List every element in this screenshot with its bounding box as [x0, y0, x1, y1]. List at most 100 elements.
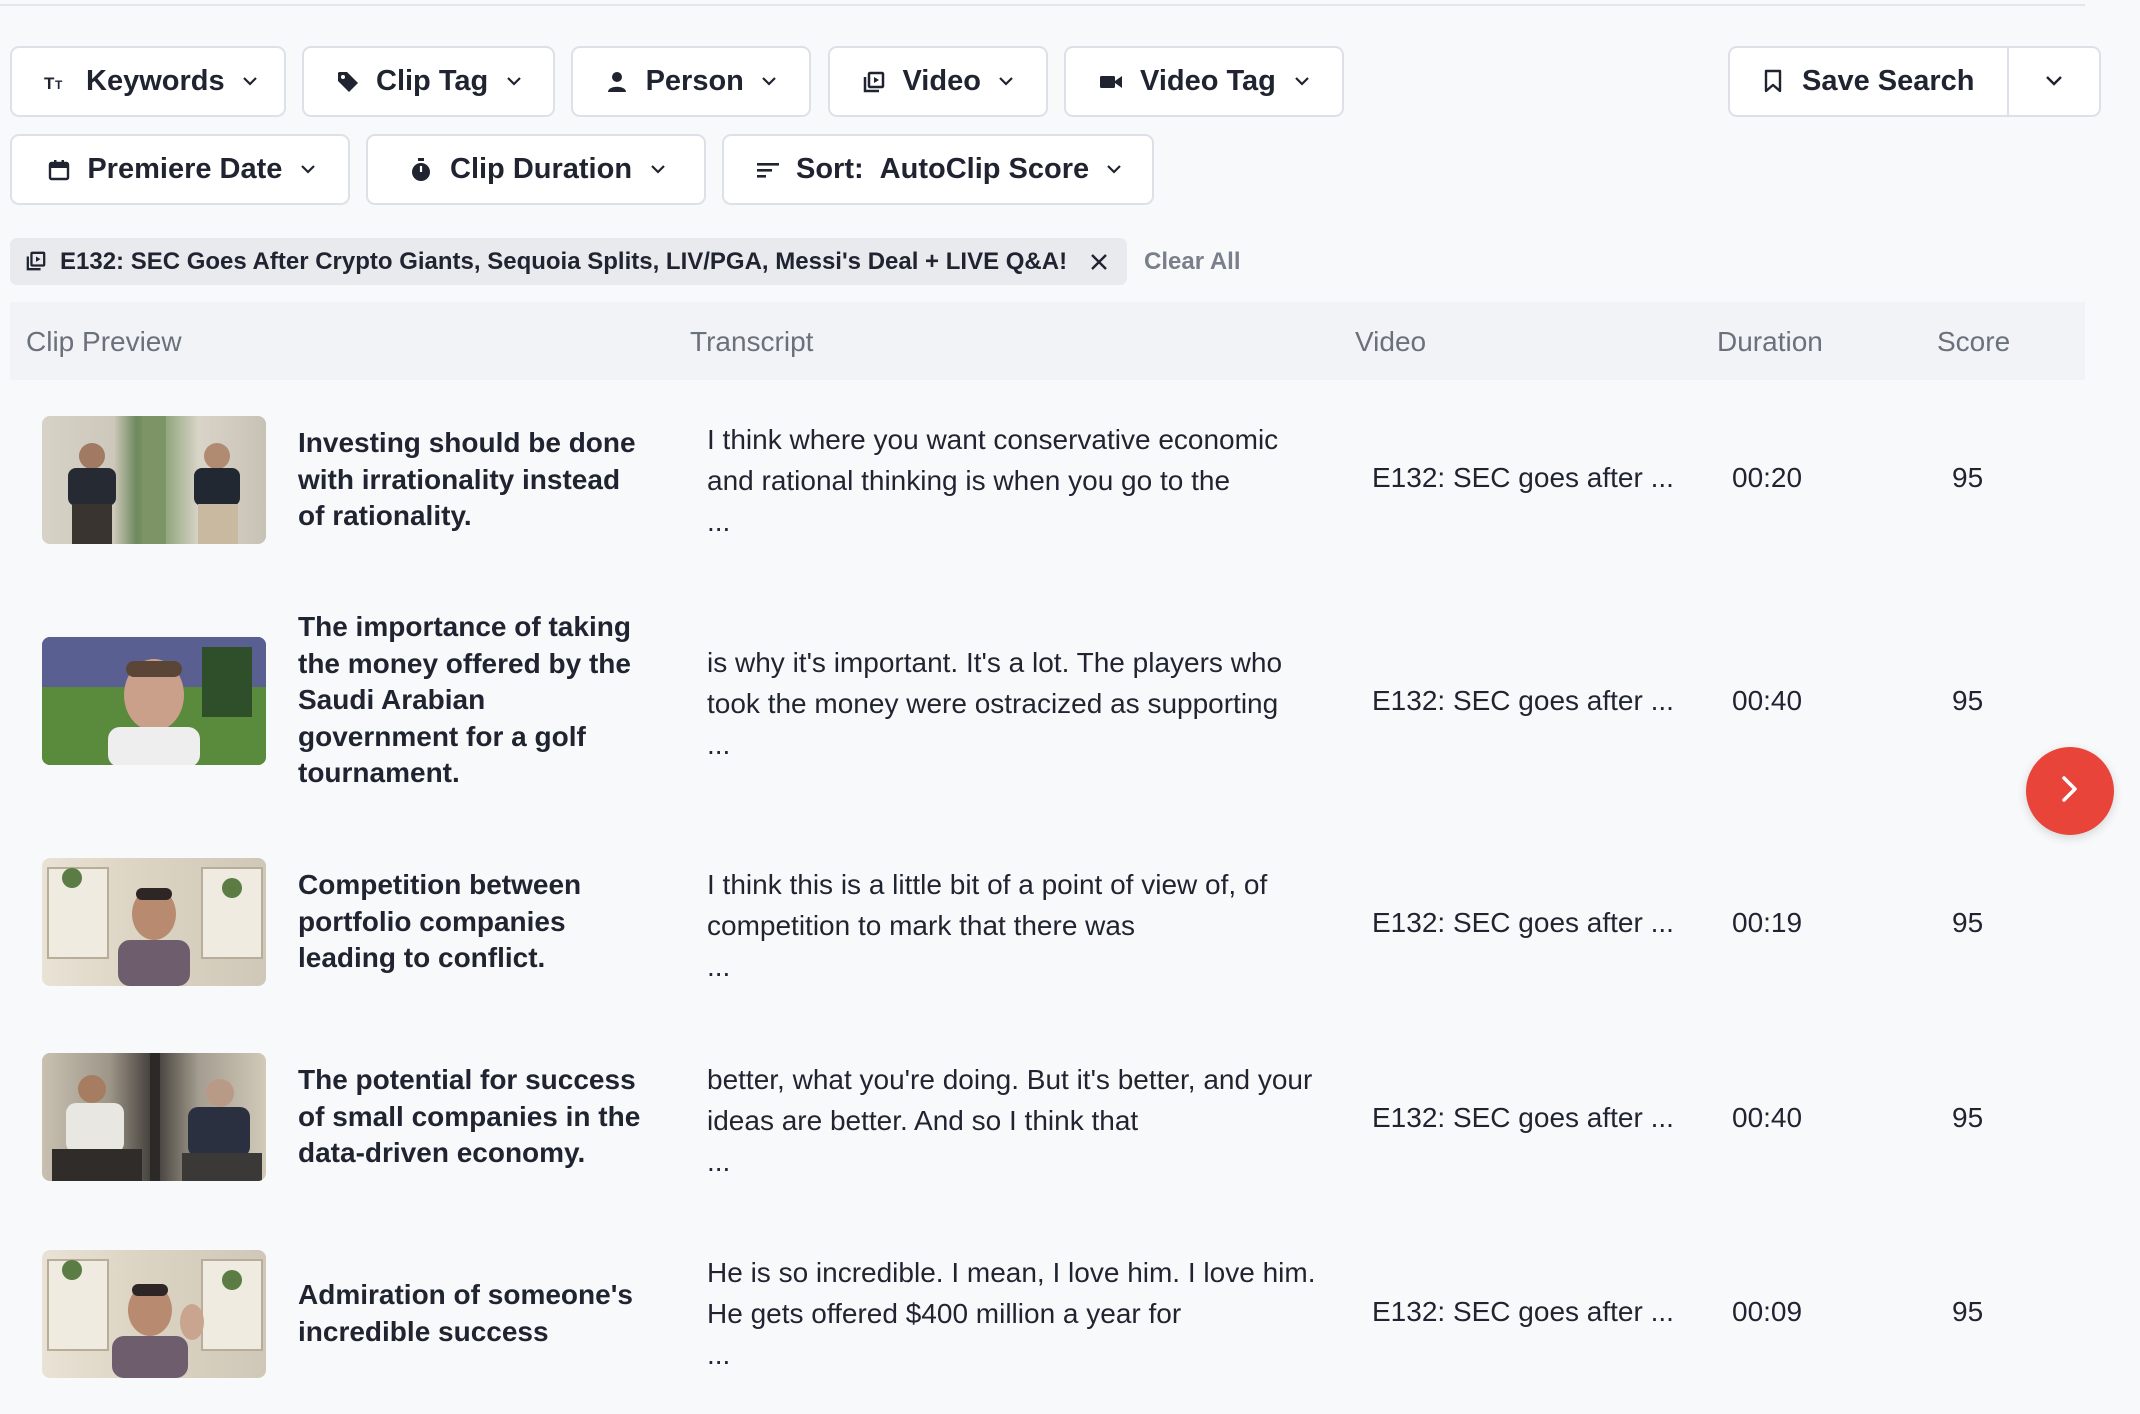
transcript-ellipsis: ...: [707, 1339, 731, 1370]
transcript-text: He is so incredible. I mean, I love him.…: [707, 1252, 1327, 1375]
top-divider: [0, 4, 2085, 6]
chevron-down-icon: [506, 74, 521, 90]
svg-text:T: T: [44, 74, 55, 92]
save-search-label: Save Search: [1802, 65, 1975, 97]
person-icon: [605, 69, 630, 95]
transcript-body: He is so incredible. I mean, I love him.…: [707, 1257, 1316, 1329]
chevron-down-icon: [1294, 74, 1310, 90]
clip-duration: 00:20: [1732, 462, 1803, 493]
clip-score: 95: [1952, 1296, 1984, 1327]
chevron-down-icon: [242, 74, 257, 90]
text-size-icon: TT: [44, 69, 70, 95]
sort-icon: [756, 157, 780, 183]
clip-thumbnail[interactable]: [42, 416, 266, 544]
clip-duration-filter-button[interactable]: Clip Duration: [366, 134, 706, 205]
svg-text:T: T: [55, 78, 63, 92]
bookmark-icon: [1764, 69, 1786, 95]
clip-duration: 00:40: [1732, 1102, 1803, 1133]
video-name[interactable]: E132: SEC goes after ...: [1372, 1102, 1674, 1134]
header-duration[interactable]: Duration: [1717, 326, 1823, 358]
transcript-text: is why it's important. It's a lot. The p…: [707, 642, 1327, 765]
transcript-ellipsis: ...: [707, 506, 731, 537]
clip-score: 95: [1952, 1102, 1984, 1133]
clip-title[interactable]: The potential for success of small compa…: [298, 1062, 643, 1172]
sort-button[interactable]: Sort: AutoClip Score: [722, 134, 1154, 205]
chevron-down-icon: [300, 162, 316, 178]
clip-title[interactable]: Admiration of someone's incredible succe…: [298, 1277, 643, 1350]
chevron-down-icon: [762, 74, 777, 90]
sort-value-label: AutoClip Score: [879, 153, 1090, 185]
chevron-down-icon: [2045, 73, 2062, 91]
transcript-ellipsis: ...: [707, 1146, 731, 1177]
save-search-button[interactable]: Save Search: [1728, 46, 2009, 117]
clip-tag-filter-button[interactable]: Clip Tag: [302, 46, 555, 117]
header-transcript[interactable]: Transcript: [690, 326, 813, 358]
next-button[interactable]: [2026, 747, 2114, 835]
transcript-body: I think where you want conservative econ…: [707, 424, 1279, 496]
video-name[interactable]: E132: SEC goes after ...: [1372, 907, 1674, 939]
clip-duration: 00:19: [1732, 907, 1803, 938]
video-tag-filter-button[interactable]: Video Tag: [1064, 46, 1344, 117]
header-score[interactable]: Score: [1937, 326, 2010, 358]
clip-title[interactable]: Competition between portfolio companies …: [298, 867, 643, 977]
clip-duration: 00:40: [1732, 685, 1803, 716]
table-row[interactable]: The potential for success of small compa…: [10, 1035, 2085, 1205]
clip-thumbnail[interactable]: [42, 1053, 266, 1181]
clip-tag-filter-label: Clip Tag: [376, 65, 489, 97]
keywords-filter-label: Keywords: [86, 65, 225, 97]
video-library-icon: [862, 69, 886, 95]
save-search-group: Save Search: [1728, 46, 2101, 117]
chevron-down-icon: [999, 74, 1014, 90]
clear-all-button[interactable]: Clear All: [1144, 248, 1240, 276]
video-name[interactable]: E132: SEC goes after ...: [1372, 1296, 1674, 1328]
table-row[interactable]: Investing should be done with irrational…: [10, 395, 2085, 565]
header-clip-preview[interactable]: Clip Preview: [26, 326, 182, 358]
tag-icon: [336, 69, 360, 95]
clip-thumbnail[interactable]: [42, 1250, 266, 1378]
video-filter-label: Video: [902, 65, 981, 97]
clip-duration: 00:09: [1732, 1296, 1803, 1327]
keywords-filter-button[interactable]: TT Keywords: [10, 46, 286, 117]
table-row[interactable]: The importance of taking the money offer…: [10, 600, 2085, 800]
video-library-icon: [26, 251, 48, 273]
clip-score: 95: [1952, 462, 1984, 493]
chevron-right-icon: [2060, 775, 2080, 808]
chevron-down-icon: [650, 162, 666, 178]
close-icon[interactable]: [1089, 252, 1109, 272]
calendar-icon: [46, 157, 71, 183]
premiere-date-filter-label: Premiere Date: [87, 153, 283, 185]
transcript-text: I think this is a little bit of a point …: [707, 864, 1327, 987]
save-search-dropdown-button[interactable]: [2008, 46, 2101, 117]
clip-duration-filter-label: Clip Duration: [450, 153, 633, 185]
clip-title[interactable]: The importance of taking the money offer…: [298, 609, 643, 792]
video-filter-button[interactable]: Video: [828, 46, 1048, 117]
active-filter-label: E132: SEC Goes After Crypto Giants, Sequ…: [60, 247, 1068, 275]
premiere-date-filter-button[interactable]: Premiere Date: [10, 134, 350, 205]
clip-thumbnail[interactable]: [42, 637, 266, 765]
video-name[interactable]: E132: SEC goes after ...: [1372, 685, 1674, 717]
transcript-text: better, what you're doing. But it's bett…: [707, 1059, 1327, 1182]
transcript-body: I think this is a little bit of a point …: [707, 869, 1268, 941]
video-name[interactable]: E132: SEC goes after ...: [1372, 462, 1674, 494]
video-camera-icon: [1098, 69, 1124, 95]
sort-prefix-label: Sort:: [796, 153, 864, 185]
table-header: Clip Preview Transcript Video Duration S…: [10, 302, 2085, 380]
active-filter-chip: E132: SEC Goes After Crypto Giants, Sequ…: [10, 238, 1128, 285]
table-row[interactable]: Admiration of someone's incredible succe…: [10, 1230, 2085, 1400]
person-filter-button[interactable]: Person: [571, 46, 811, 117]
video-tag-filter-label: Video Tag: [1140, 65, 1276, 97]
clip-score: 95: [1952, 907, 1984, 938]
transcript-body: better, what you're doing. But it's bett…: [707, 1064, 1313, 1136]
stopwatch-icon: [408, 157, 434, 183]
person-filter-label: Person: [645, 65, 744, 97]
chevron-down-icon: [1107, 162, 1121, 178]
clip-score: 95: [1952, 685, 1984, 716]
transcript-body: is why it's important. It's a lot. The p…: [707, 647, 1283, 719]
transcript-ellipsis: ...: [707, 729, 731, 760]
transcript-ellipsis: ...: [707, 951, 731, 982]
header-video[interactable]: Video: [1355, 326, 1426, 358]
clip-thumbnail[interactable]: [42, 858, 266, 986]
clip-title[interactable]: Investing should be done with irrational…: [298, 425, 643, 535]
transcript-text: I think where you want conservative econ…: [707, 419, 1327, 542]
table-row[interactable]: Competition between portfolio companies …: [10, 840, 2085, 1010]
